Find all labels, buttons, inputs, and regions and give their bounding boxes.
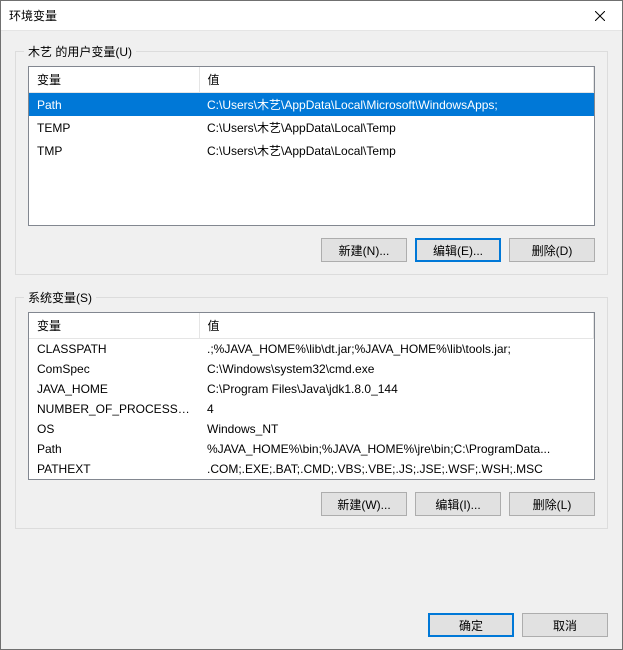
table-row[interactable]: PathC:\Users\木艺\AppData\Local\Microsoft\… bbox=[29, 93, 594, 117]
table-row[interactable]: TMPC:\Users\木艺\AppData\Local\Temp bbox=[29, 139, 594, 162]
var-name-cell: JAVA_HOME bbox=[29, 379, 199, 399]
col-header-name[interactable]: 变量 bbox=[29, 67, 199, 93]
system-vars-buttons: 新建(W)... 编辑(I)... 删除(L) bbox=[28, 492, 595, 516]
table-row[interactable]: TEMPC:\Users\木艺\AppData\Local\Temp bbox=[29, 116, 594, 139]
var-name-cell: NUMBER_OF_PROCESSORS bbox=[29, 399, 199, 419]
var-name-cell: Path bbox=[29, 439, 199, 459]
user-vars-list[interactable]: 变量 值 PathC:\Users\木艺\AppData\Local\Micro… bbox=[28, 66, 595, 226]
var-value-cell: .;%JAVA_HOME%\lib\dt.jar;%JAVA_HOME%\lib… bbox=[199, 339, 594, 360]
system-delete-button[interactable]: 删除(L) bbox=[509, 492, 595, 516]
system-vars-group: 系统变量(S) 变量 值 CLASSPATH.;%JAVA_HOME%\lib\… bbox=[15, 297, 608, 529]
var-name-cell: PATHEXT bbox=[29, 459, 199, 479]
system-vars-list[interactable]: 变量 值 CLASSPATH.;%JAVA_HOME%\lib\dt.jar;%… bbox=[28, 312, 595, 480]
user-edit-button[interactable]: 编辑(E)... bbox=[415, 238, 501, 262]
var-name-cell: OS bbox=[29, 419, 199, 439]
ok-button[interactable]: 确定 bbox=[428, 613, 514, 637]
col-header-value[interactable]: 值 bbox=[199, 67, 594, 93]
var-value-cell: C:\Users\木艺\AppData\Local\Temp bbox=[199, 139, 594, 162]
table-row[interactable]: JAVA_HOMEC:\Program Files\Java\jdk1.8.0_… bbox=[29, 379, 594, 399]
system-vars-label: 系统变量(S) bbox=[24, 289, 96, 306]
var-value-cell: C:\Windows\system32\cmd.exe bbox=[199, 359, 594, 379]
close-button[interactable] bbox=[577, 1, 622, 31]
system-edit-button[interactable]: 编辑(I)... bbox=[415, 492, 501, 516]
table-row[interactable]: OSWindows_NT bbox=[29, 419, 594, 439]
var-name-cell: TEMP bbox=[29, 116, 199, 139]
col-header-name[interactable]: 变量 bbox=[29, 313, 199, 339]
user-vars-group: 木艺 的用户变量(U) 变量 值 PathC:\Users\木艺\AppData… bbox=[15, 51, 608, 275]
dialog-footer: 确定 取消 bbox=[1, 599, 622, 649]
table-row[interactable]: NUMBER_OF_PROCESSORS4 bbox=[29, 399, 594, 419]
var-name-cell: CLASSPATH bbox=[29, 339, 199, 360]
system-new-button[interactable]: 新建(W)... bbox=[321, 492, 407, 516]
env-vars-dialog: 环境变量 木艺 的用户变量(U) 变量 值 bbox=[0, 0, 623, 650]
user-vars-buttons: 新建(N)... 编辑(E)... 删除(D) bbox=[28, 238, 595, 262]
dialog-content: 木艺 的用户变量(U) 变量 值 PathC:\Users\木艺\AppData… bbox=[1, 31, 622, 599]
var-value-cell: 4 bbox=[199, 399, 594, 419]
var-value-cell: C:\Program Files\Java\jdk1.8.0_144 bbox=[199, 379, 594, 399]
table-row[interactable]: Path%JAVA_HOME%\bin;%JAVA_HOME%\jre\bin;… bbox=[29, 439, 594, 459]
user-delete-button[interactable]: 删除(D) bbox=[509, 238, 595, 262]
cancel-button[interactable]: 取消 bbox=[522, 613, 608, 637]
var-name-cell: ComSpec bbox=[29, 359, 199, 379]
table-row[interactable]: CLASSPATH.;%JAVA_HOME%\lib\dt.jar;%JAVA_… bbox=[29, 339, 594, 360]
table-row[interactable]: ComSpecC:\Windows\system32\cmd.exe bbox=[29, 359, 594, 379]
col-header-value[interactable]: 值 bbox=[199, 313, 594, 339]
var-name-cell: Path bbox=[29, 93, 199, 117]
close-icon bbox=[595, 11, 605, 21]
user-vars-label: 木艺 的用户变量(U) bbox=[24, 43, 136, 60]
var-value-cell: C:\Users\木艺\AppData\Local\Temp bbox=[199, 116, 594, 139]
var-name-cell: TMP bbox=[29, 139, 199, 162]
user-new-button[interactable]: 新建(N)... bbox=[321, 238, 407, 262]
window-title: 环境变量 bbox=[9, 7, 57, 24]
var-value-cell: %JAVA_HOME%\bin;%JAVA_HOME%\jre\bin;C:\P… bbox=[199, 439, 594, 459]
var-value-cell: .COM;.EXE;.BAT;.CMD;.VBS;.VBE;.JS;.JSE;.… bbox=[199, 459, 594, 479]
var-value-cell: Windows_NT bbox=[199, 419, 594, 439]
var-value-cell: C:\Users\木艺\AppData\Local\Microsoft\Wind… bbox=[199, 93, 594, 117]
table-row[interactable]: PATHEXT.COM;.EXE;.BAT;.CMD;.VBS;.VBE;.JS… bbox=[29, 459, 594, 479]
titlebar: 环境变量 bbox=[1, 1, 622, 31]
